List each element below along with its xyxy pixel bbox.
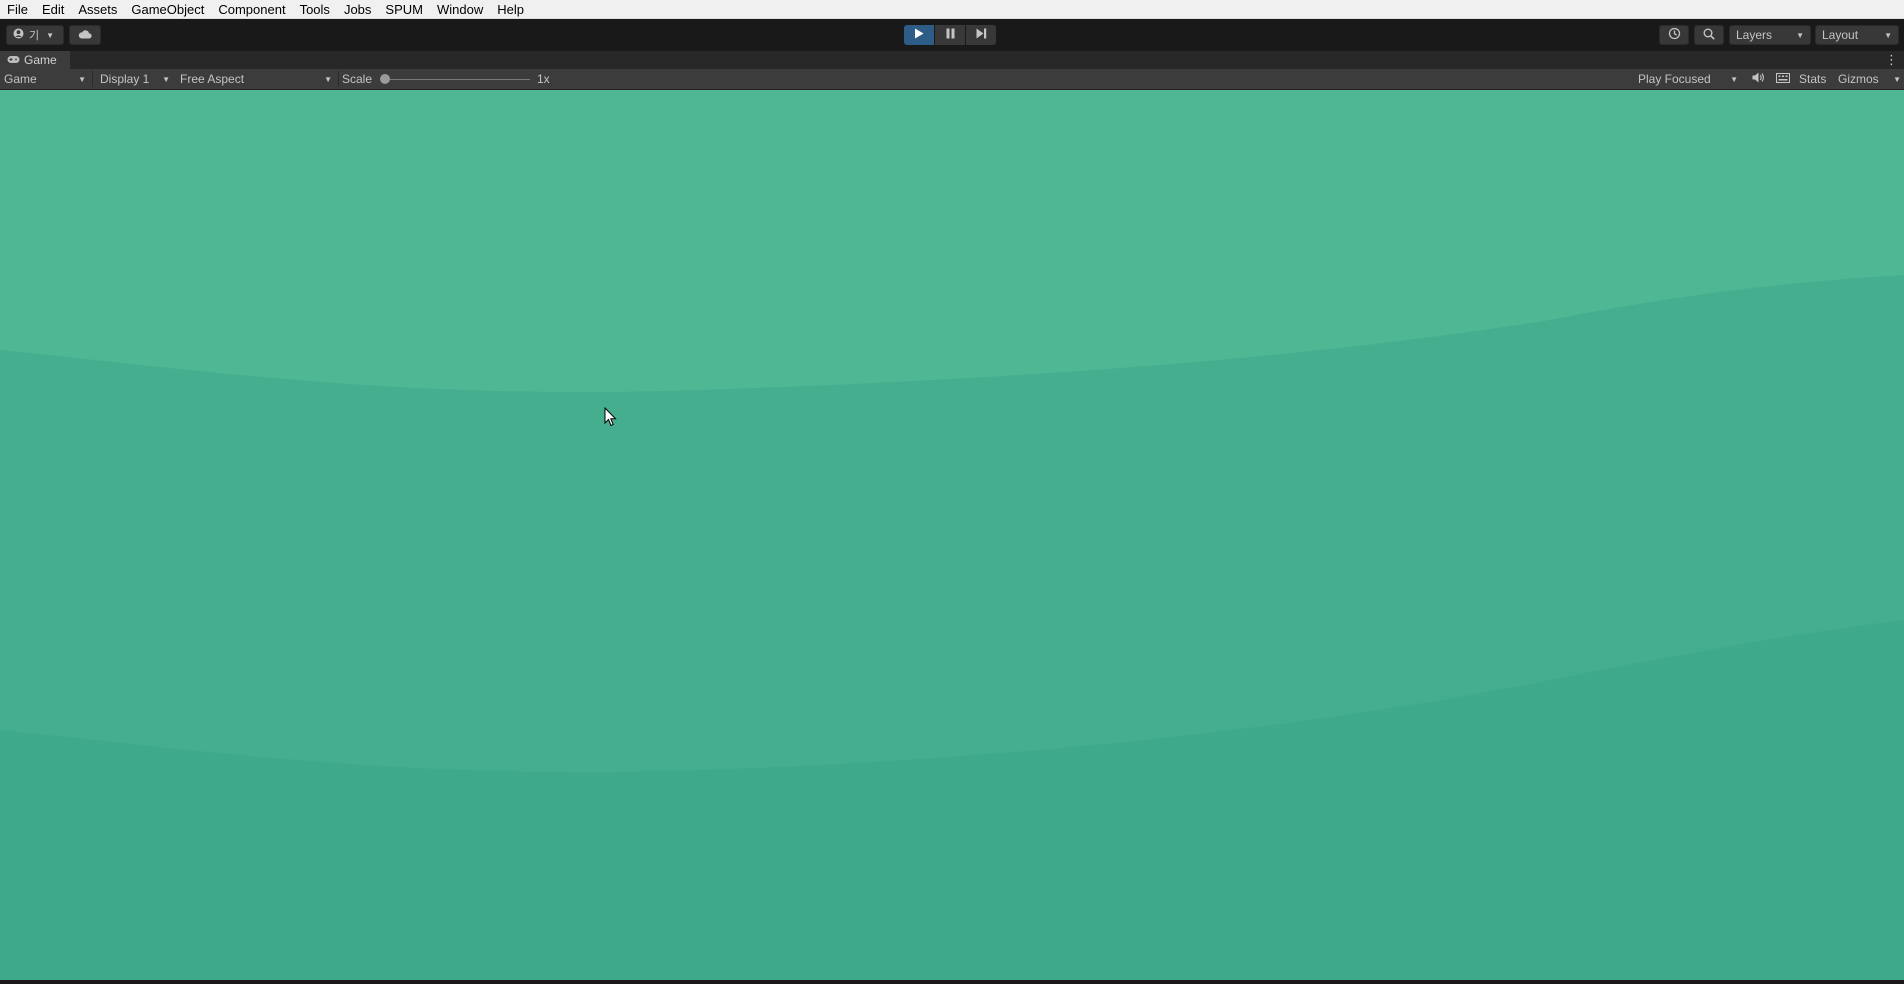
menu-gameobject[interactable]: GameObject [124, 0, 211, 19]
account-label: 기 [29, 30, 40, 42]
cloud-icon [78, 28, 92, 42]
keyboard-icon [1776, 72, 1790, 86]
menu-assets[interactable]: Assets [71, 0, 124, 19]
history-icon [1668, 27, 1681, 43]
mute-audio-button[interactable] [1748, 69, 1768, 89]
chevron-down-icon: ▼ [78, 74, 86, 84]
gizmos-dropdown[interactable]: Gizmos ▼ [1834, 69, 1904, 89]
more-options-icon[interactable]: ⋮ [1885, 52, 1898, 68]
search-button[interactable] [1694, 25, 1724, 45]
status-strip [0, 980, 1904, 984]
cloud-button[interactable] [69, 25, 101, 45]
gizmos-label: Gizmos [1838, 72, 1879, 86]
main-toolbar: 기 ▼ Layers ▼ Layout ▼ [0, 19, 1904, 50]
display-dropdown[interactable]: Display 1 ▼ [96, 69, 174, 89]
menu-tools[interactable]: Tools [293, 0, 337, 19]
search-icon [1703, 28, 1715, 43]
aspect-dropdown[interactable]: Free Aspect ▼ [176, 69, 336, 89]
scale-label: Scale [342, 72, 373, 86]
menu-file[interactable]: File [0, 0, 35, 19]
chevron-down-icon: ▼ [46, 30, 55, 40]
layout-label: Layout [1822, 28, 1859, 42]
pause-button[interactable] [935, 25, 965, 45]
chevron-down-icon: ▼ [1893, 74, 1901, 84]
menu-spum[interactable]: SPUM [378, 0, 430, 19]
chevron-down-icon: ▼ [162, 74, 170, 84]
layers-label: Layers [1736, 28, 1773, 42]
tab-title: Game [24, 53, 57, 67]
account-icon [13, 28, 24, 42]
menu-window[interactable]: Window [430, 0, 490, 19]
view-mode-label: Game [4, 72, 37, 86]
play-mode-dropdown[interactable]: Play Focused ▼ [1634, 69, 1742, 89]
display-label: Display 1 [100, 72, 150, 86]
menu-edit[interactable]: Edit [35, 0, 71, 19]
game-view-toolbar: Game ▼ Display 1 ▼ Free Aspect ▼ Scale 1… [0, 69, 1904, 90]
step-button[interactable] [966, 25, 996, 45]
pause-icon [946, 28, 955, 42]
chevron-down-icon: ▼ [1796, 30, 1804, 40]
keyboard-shortcuts-button[interactable] [1772, 69, 1794, 89]
chevron-down-icon: ▼ [1730, 74, 1738, 84]
view-mode-dropdown[interactable]: Game ▼ [0, 69, 90, 89]
menu-help[interactable]: Help [490, 0, 531, 19]
chevron-down-icon: ▼ [324, 74, 332, 84]
step-icon [976, 28, 987, 42]
gamepad-icon [7, 53, 20, 67]
tab-game[interactable]: Game [0, 51, 70, 69]
scale-value: 1x [537, 72, 550, 86]
menu-component[interactable]: Component [211, 0, 292, 19]
menu-jobs[interactable]: Jobs [337, 0, 378, 19]
mouse-cursor-icon [604, 407, 617, 427]
game-scene-background [0, 90, 1904, 980]
separator [338, 71, 339, 87]
play-icon [914, 28, 924, 42]
window-tab-bar: Game ⋮ [0, 50, 1904, 69]
menu-bar: File Edit Assets GameObject Component To… [0, 0, 1904, 19]
play-mode-label: Play Focused [1638, 72, 1711, 86]
undo-history-button[interactable] [1659, 25, 1689, 45]
scale-slider-track[interactable] [386, 79, 530, 80]
chevron-down-icon: ▼ [1884, 30, 1892, 40]
scale-slider-thumb[interactable] [380, 74, 390, 84]
play-button[interactable] [904, 25, 934, 45]
separator [92, 71, 93, 87]
stats-button[interactable]: Stats [1799, 69, 1826, 89]
speaker-icon [1752, 72, 1765, 86]
aspect-label: Free Aspect [180, 72, 245, 86]
layers-dropdown[interactable]: Layers ▼ [1729, 25, 1811, 45]
game-viewport[interactable] [0, 90, 1904, 980]
layout-dropdown[interactable]: Layout ▼ [1815, 25, 1899, 45]
account-button[interactable]: 기 ▼ [6, 25, 64, 45]
playback-controls [904, 25, 996, 45]
